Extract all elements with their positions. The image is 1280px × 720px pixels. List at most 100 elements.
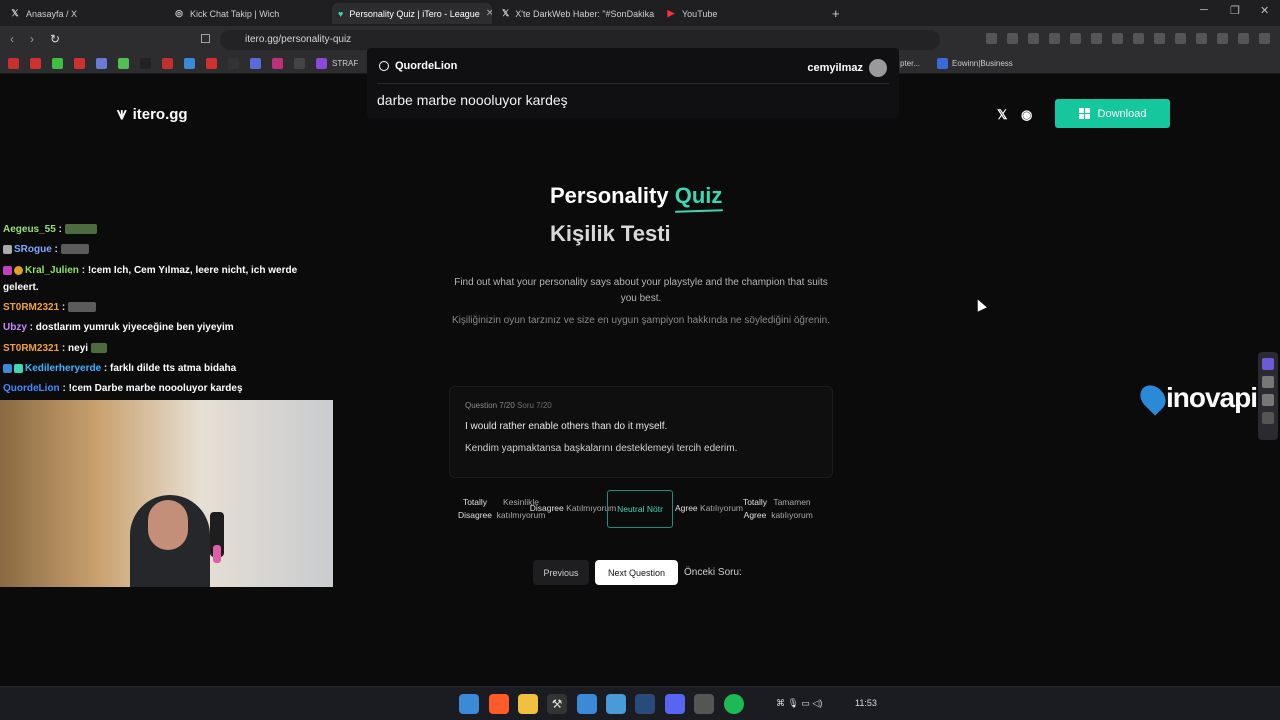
bookmark-favicon[interactable] bbox=[96, 58, 107, 69]
spotify-icon[interactable] bbox=[724, 694, 744, 714]
extension-icon[interactable] bbox=[1238, 33, 1249, 44]
bookmark-favicon[interactable] bbox=[937, 58, 948, 69]
restore-icon[interactable]: ❐ bbox=[1230, 4, 1240, 17]
app-icon[interactable] bbox=[606, 694, 626, 714]
extension-icon[interactable] bbox=[1196, 33, 1207, 44]
option-agree[interactable]: Agree Katılıyorum bbox=[669, 502, 749, 515]
option-totally-disagree[interactable]: Totally Disagree bbox=[455, 496, 495, 522]
bookmark-favicon[interactable] bbox=[228, 58, 239, 69]
option-totally-agree-tr[interactable]: Tamamen katılıyorum bbox=[767, 496, 817, 522]
download-button[interactable]: Download bbox=[1055, 99, 1170, 128]
photos-icon[interactable] bbox=[577, 694, 597, 714]
bookmark-favicon[interactable] bbox=[316, 58, 327, 69]
extension-icon[interactable] bbox=[1175, 33, 1186, 44]
extension-icon[interactable] bbox=[1262, 358, 1274, 370]
bookmark-favicon[interactable] bbox=[140, 58, 151, 69]
new-tab-button[interactable]: + bbox=[826, 3, 846, 24]
overlay-message: darbe marbe noooluyor kardeş bbox=[377, 92, 568, 108]
extension-icon[interactable] bbox=[1217, 33, 1228, 44]
bookmark-favicon[interactable] bbox=[30, 58, 41, 69]
extension-icon[interactable] bbox=[1112, 33, 1123, 44]
question-text-tr: Kendim yapmaktansa başkalarını desteklem… bbox=[465, 443, 738, 454]
chat-line: Ubzy : dostlarım yumruk yiyeceğine ben y… bbox=[3, 322, 234, 333]
extension-icon[interactable] bbox=[1133, 33, 1144, 44]
forward-icon[interactable]: › bbox=[30, 32, 34, 46]
clock: 11:53 bbox=[855, 698, 877, 708]
close-icon[interactable] bbox=[1262, 412, 1274, 424]
steam-icon[interactable] bbox=[635, 694, 655, 714]
extension-icon[interactable] bbox=[1154, 33, 1165, 44]
badge-icon bbox=[3, 244, 12, 254]
bookmark-favicon[interactable] bbox=[8, 58, 19, 69]
bookmark-favicon[interactable] bbox=[184, 58, 195, 69]
tab-kick-chat[interactable]: ◎ Kick Chat Takip | Wich bbox=[168, 3, 328, 24]
tab-personality-quiz[interactable]: ♥ Personality Quiz | iTero - League ✕ bbox=[332, 3, 492, 24]
option-neutral[interactable]: Neutral Nötr bbox=[607, 490, 673, 528]
chat-username: Ubzy bbox=[3, 322, 27, 333]
description-en: Find out what your personality says abou… bbox=[454, 277, 828, 304]
extension-icon[interactable] bbox=[1007, 33, 1018, 44]
close-window-icon[interactable]: ✕ bbox=[1260, 4, 1269, 17]
tab-label: X'te DarkWeb Haber: "#SonDakika | 3 bbox=[515, 8, 656, 19]
bookmark-favicon[interactable] bbox=[206, 58, 217, 69]
extension-icon[interactable] bbox=[1091, 33, 1102, 44]
reload-icon[interactable]: ↻ bbox=[50, 32, 60, 46]
description-tr: Kişiliğinizin oyun tarzınız ve size en u… bbox=[452, 315, 830, 326]
next-question-button[interactable]: Next Question bbox=[595, 560, 678, 585]
chat-username: ST0RM2321 bbox=[3, 343, 60, 354]
discord-icon[interactable] bbox=[665, 694, 685, 714]
bookmark-icon[interactable]: ☐ bbox=[200, 32, 211, 46]
chat-line: Aegeus_55 : bbox=[3, 224, 97, 235]
extension-icon[interactable] bbox=[1028, 33, 1039, 44]
minimize-icon[interactable]: ─ bbox=[1200, 4, 1208, 16]
bookmark-favicon[interactable] bbox=[118, 58, 129, 69]
emote-icon bbox=[64, 224, 97, 235]
tab-darkweb[interactable]: 𝕏 X'te DarkWeb Haber: "#SonDakika | 3 bbox=[496, 3, 656, 24]
bookmark-favicon[interactable] bbox=[272, 58, 283, 69]
bookmark-label[interactable]: pter... bbox=[900, 59, 920, 68]
bookmark-label[interactable]: Eowinn|Business bbox=[952, 59, 1013, 68]
chat-username: SRogue bbox=[14, 244, 52, 255]
extension-icon[interactable] bbox=[1262, 376, 1274, 388]
menu-icon[interactable] bbox=[1259, 33, 1270, 44]
bookmark-favicon[interactable] bbox=[162, 58, 173, 69]
globe-icon: ◎ bbox=[175, 8, 183, 18]
x-logo-icon[interactable]: 𝕏 bbox=[997, 107, 1007, 123]
sponsor-watermark: inovapin bbox=[1135, 380, 1274, 416]
bookmark-favicon[interactable] bbox=[74, 58, 85, 69]
tray-icons[interactable]: ⌘ 🎙 ▭ ◁) bbox=[776, 698, 822, 709]
windows-start-icon[interactable] bbox=[459, 694, 479, 714]
bookmark-favicon[interactable] bbox=[250, 58, 261, 69]
extension-icon[interactable] bbox=[1049, 33, 1060, 44]
discord-icon[interactable]: ◉ bbox=[1021, 107, 1032, 123]
bookmark-favicon[interactable] bbox=[294, 58, 305, 69]
chat-line: geleert. bbox=[3, 282, 39, 293]
tab-x-home[interactable]: 𝕏 Anasayfa / X bbox=[4, 3, 164, 24]
bookmark-favicon[interactable] bbox=[52, 58, 63, 69]
previous-button[interactable]: Previous bbox=[533, 560, 589, 585]
brave-icon[interactable] bbox=[489, 694, 509, 714]
user-icon bbox=[379, 61, 389, 71]
chat-line: ST0RM2321 : bbox=[3, 302, 97, 313]
tool-icon[interactable]: ⚒ bbox=[547, 694, 567, 714]
extension-icon[interactable] bbox=[1070, 33, 1081, 44]
close-tab-icon[interactable]: ✕ bbox=[486, 8, 492, 19]
side-extension-panel bbox=[1258, 352, 1278, 440]
emote-icon bbox=[90, 343, 107, 354]
back-icon[interactable]: ‹ bbox=[10, 32, 14, 46]
overlay-host: cemyilmaz bbox=[807, 59, 887, 77]
tab-youtube[interactable]: ▶ YouTube bbox=[660, 3, 820, 24]
url-text: itero.gg/personality-quiz bbox=[245, 34, 352, 45]
highlighted-chat-message: QuordeLion cemyilmaz darbe marbe noooluy… bbox=[367, 48, 899, 118]
tab-label: YouTube bbox=[682, 8, 718, 19]
site-logo[interactable]: ⩛ itero.gg bbox=[117, 104, 188, 124]
title-accent: Quiz bbox=[674, 183, 723, 208]
obs-icon[interactable] bbox=[694, 694, 714, 714]
previous-tr-label[interactable]: Önceki Soru: bbox=[684, 560, 750, 585]
extension-icon[interactable] bbox=[986, 33, 997, 44]
extension-icon[interactable] bbox=[1262, 394, 1274, 406]
bookmark-label[interactable]: STRAF bbox=[332, 59, 358, 68]
folder-icon[interactable] bbox=[518, 694, 538, 714]
address-bar[interactable]: itero.gg/personality-quiz bbox=[220, 30, 940, 50]
emote-icon bbox=[68, 302, 97, 313]
